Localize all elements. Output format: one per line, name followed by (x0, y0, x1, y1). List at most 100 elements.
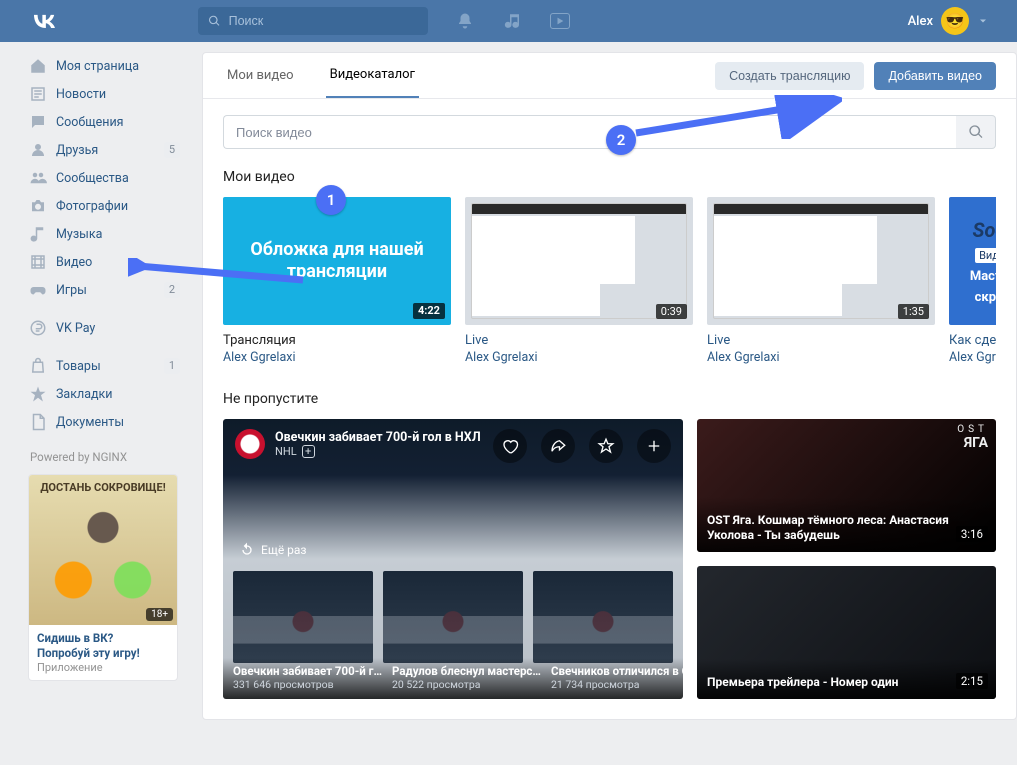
sidebar-item-label: Игры (56, 283, 87, 298)
video-thumb: 0:39 (465, 197, 693, 325)
sidebar-item-communities[interactable]: Сообщества (28, 164, 190, 192)
video-duration: 2:15 (956, 673, 988, 689)
video-card-partial[interactable]: Soc Вид Масте скри Как сдела Alex Ggre (949, 197, 996, 365)
sidebar-item-friends[interactable]: Друзья 5 (28, 136, 190, 164)
video-author[interactable]: Alex Ggrelaxi (223, 350, 451, 365)
video-card[interactable]: 0:39 Live Alex Ggrelaxi (465, 197, 693, 365)
video-player-icon[interactable] (550, 13, 570, 29)
bookmark-star-icon[interactable] (589, 429, 623, 463)
sidebar-item-label: Фотографии (56, 199, 128, 214)
notifications-icon[interactable] (454, 10, 476, 32)
thumb-views: 331 646 просмотров (233, 678, 382, 691)
ruble-icon (28, 318, 48, 338)
video-thumb: Обложка для нашей трансляции 4:22 (223, 197, 451, 325)
sidebar-item-market[interactable]: Товары 1 (28, 352, 190, 380)
tab-my-videos[interactable]: Мои видео (223, 53, 298, 98)
video-card[interactable]: 1:35 Live Alex Ggrelaxi (707, 197, 935, 365)
ad-age-badge: 18+ (146, 608, 173, 621)
replay-label[interactable]: Ещё раз (239, 542, 307, 558)
dontmiss-side: OST ЯГА OST Яга. Кошмар тёмного леса: Ан… (697, 419, 996, 699)
ad-title[interactable]: Сидишь в ВК? Попробуй эту игру! (37, 631, 140, 660)
video-tile[interactable]: OST ЯГА OST Яга. Кошмар тёмного леса: Ан… (697, 419, 996, 552)
video-thumb: 1:35 (707, 197, 935, 325)
tabs-bar: Мои видео Видеокаталог Создать трансляци… (203, 53, 1016, 99)
global-search[interactable] (198, 7, 428, 35)
sidebar-item-video[interactable]: Видео (28, 248, 190, 276)
user-name: Alex (908, 14, 933, 29)
header-bar: Alex 😎 (0, 0, 1017, 42)
communities-icon (28, 168, 48, 188)
messages-icon (28, 112, 48, 132)
friends-icon (28, 140, 48, 160)
doc-icon (28, 412, 48, 432)
count-badge: 2 (164, 282, 180, 298)
video-title: Live (707, 333, 935, 348)
home-icon (28, 56, 48, 76)
sidebar-item-bookmarks[interactable]: Закладки (28, 380, 190, 408)
sidebar-item-label: Товары (56, 359, 101, 374)
channel-name[interactable]: NHL (275, 445, 297, 458)
playlist-thumb[interactable] (233, 571, 373, 663)
sidebar-item-photos[interactable]: Фотографии (28, 192, 190, 220)
thumb-title: Радулов блеснул мастерс… (392, 664, 541, 678)
video-duration: 1:35 (898, 304, 929, 319)
playlist-thumb[interactable] (383, 571, 523, 663)
thumb-title: Овечкин забивает 700-й г… (233, 664, 382, 678)
video-title: Как сдела (949, 333, 996, 348)
sidebar-item-messages[interactable]: Сообщения (28, 108, 190, 136)
thumb-views: 21 734 просмотра (551, 678, 683, 691)
vk-logo-icon[interactable] (30, 7, 58, 35)
sidebar-item-games[interactable]: Игры 2 (28, 276, 190, 304)
sidebar-item-news[interactable]: Новости (28, 80, 190, 108)
music-icon[interactable] (502, 10, 524, 32)
thumb-text: Вид (975, 248, 996, 263)
dontmiss-row: Овечкин забивает 700-й гол в НХЛ NHL + (223, 419, 996, 699)
video-author[interactable]: Alex Ggrelaxi (707, 350, 935, 365)
avatar: 😎 (941, 7, 969, 35)
like-icon[interactable] (493, 429, 527, 463)
video-card[interactable]: Обложка для нашей трансляции 4:22 Трансл… (223, 197, 451, 365)
sidebar-item-music[interactable]: Музыка (28, 220, 190, 248)
sidebar-item-label: Друзья (56, 143, 98, 158)
global-search-input[interactable] (229, 14, 418, 28)
bag-icon (28, 356, 48, 376)
sidebar-item-label: Закладки (56, 387, 113, 402)
share-icon[interactable] (541, 429, 575, 463)
video-search-input[interactable] (223, 115, 956, 149)
sidebar-item-label: VK Pay (56, 321, 95, 336)
ad-banner-text: ДОСТАНЬ СОКРОВИЩЕ! (29, 481, 177, 494)
powered-by: Powered by NGINX (30, 450, 190, 464)
add-video-button[interactable]: Добавить видео (874, 62, 996, 90)
thumb-title: Свечников отличился в ОТ (551, 664, 683, 678)
sidebar-item-profile[interactable]: Моя страница (28, 52, 190, 80)
thumb-text: скри (975, 290, 996, 305)
ost-badge: OST ЯГА (957, 425, 988, 450)
thumb-text: Масте (970, 269, 996, 284)
count-badge: 5 (164, 142, 180, 158)
sidebar-item-vkpay[interactable]: VK Pay (28, 314, 190, 342)
playlist-thumb[interactable] (533, 571, 673, 663)
star-icon (28, 384, 48, 404)
channel-logo-icon (235, 429, 265, 459)
featured-title: Овечкин забивает 700-й гол в НХЛ (275, 430, 481, 446)
sidebar-item-label: Сообщества (56, 171, 129, 186)
thumb-text: Soc (973, 218, 997, 242)
sidebar-ad[interactable]: ДОСТАНЬ СОКРОВИЩЕ! 18+ Сидишь в ВК? Попр… (28, 474, 178, 681)
video-panel: Мои видео Видеокаталог Создать трансляци… (202, 52, 1017, 720)
subscribe-icon[interactable]: + (302, 445, 315, 458)
video-search-row (223, 115, 996, 149)
video-tile[interactable]: Премьера трейлера - Номер один 2:15 (697, 566, 996, 699)
user-menu[interactable]: Alex 😎 (908, 7, 989, 35)
video-duration: 3:16 (956, 526, 988, 542)
featured-video-player[interactable]: Овечкин забивает 700-й гол в НХЛ NHL + (223, 419, 683, 699)
gamepad-icon (28, 280, 48, 300)
create-stream-button[interactable]: Создать трансляцию (715, 62, 864, 90)
tile-title: OST Яга. Кошмар тёмного леса: Анастасия … (697, 497, 996, 552)
add-icon[interactable] (637, 429, 671, 463)
tile-title: Премьера трейлера - Номер один (697, 659, 996, 699)
sidebar-item-docs[interactable]: Документы (28, 408, 190, 436)
video-author[interactable]: Alex Ggrelaxi (465, 350, 693, 365)
video-search-button[interactable] (956, 115, 996, 149)
tab-video-catalog[interactable]: Видеокаталог (326, 53, 419, 98)
video-author[interactable]: Alex Ggre (949, 350, 996, 365)
